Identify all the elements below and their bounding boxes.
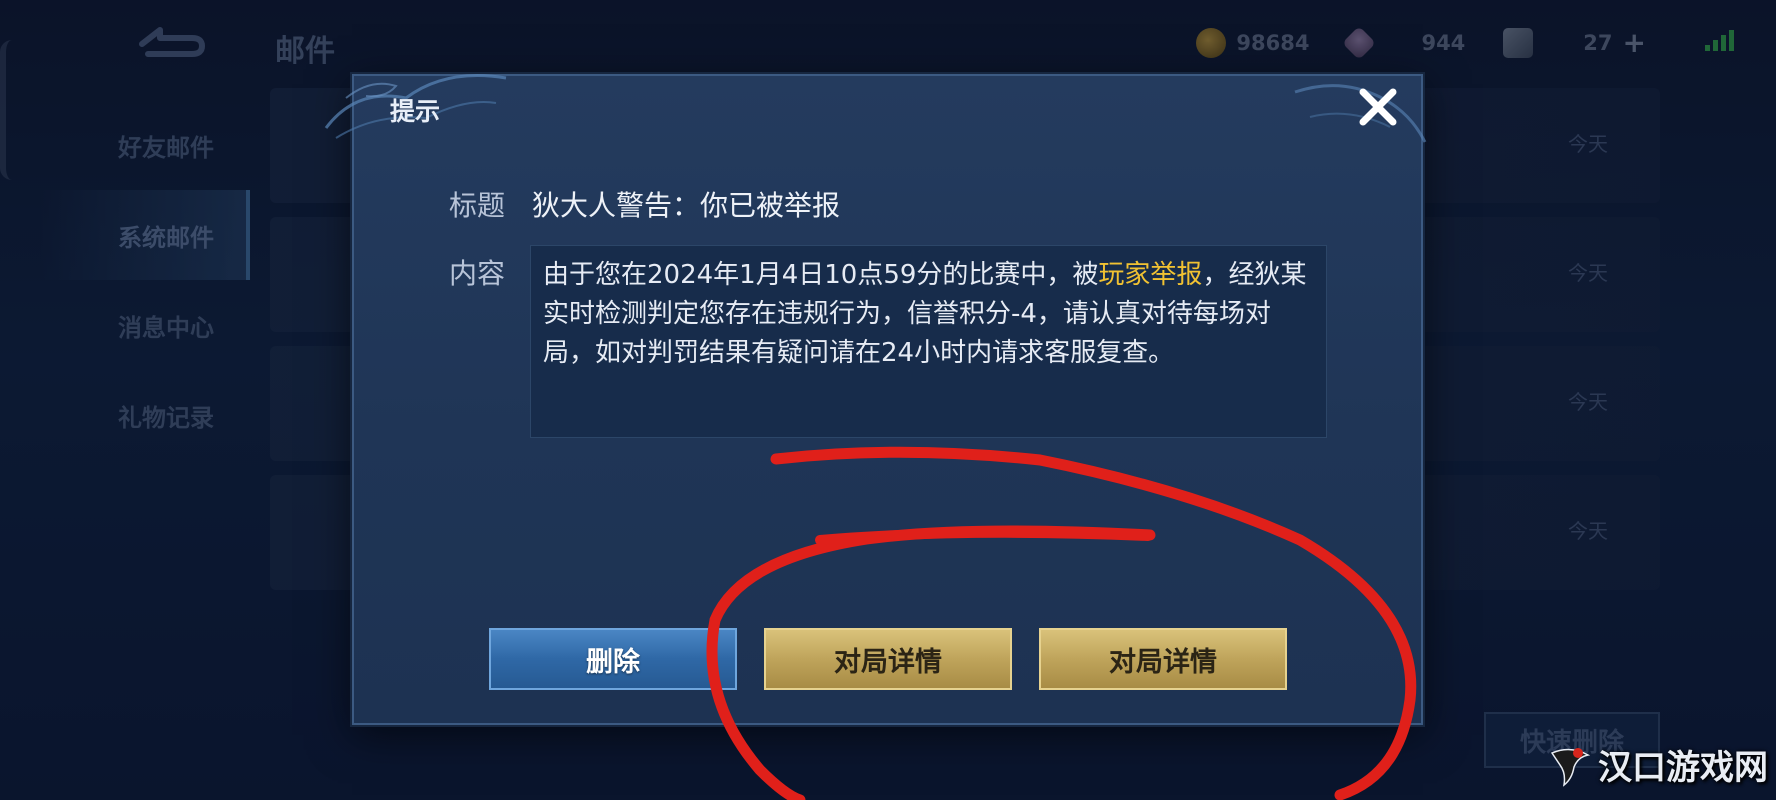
mail-subject: 狄大人警告：你已被举报: [532, 189, 841, 222]
watermark-text: 汉口游戏网: [1598, 748, 1768, 788]
watermark-logo-icon: [1550, 747, 1591, 787]
dialog-title: 提示: [390, 97, 441, 126]
close-icon[interactable]: [1355, 84, 1401, 130]
mail-content: 由于您在2024年1月4日10点59分的比赛中，被玩家举报，经狄某实时检测判定您…: [530, 245, 1327, 438]
match-details-button[interactable]: 对局详情: [764, 628, 1012, 690]
report-highlight: 玩家举报: [1098, 260, 1203, 290]
content-text-before: 由于您在2024年1月4日10点59分的比赛中，被: [543, 260, 1099, 290]
content-label: 内容: [449, 257, 506, 290]
match-details-button-2[interactable]: 对局详情: [1039, 628, 1287, 690]
delete-button[interactable]: 删除: [489, 628, 737, 690]
watermark: 汉口游戏网: [1548, 740, 1768, 789]
subject-label: 标题: [449, 189, 506, 222]
